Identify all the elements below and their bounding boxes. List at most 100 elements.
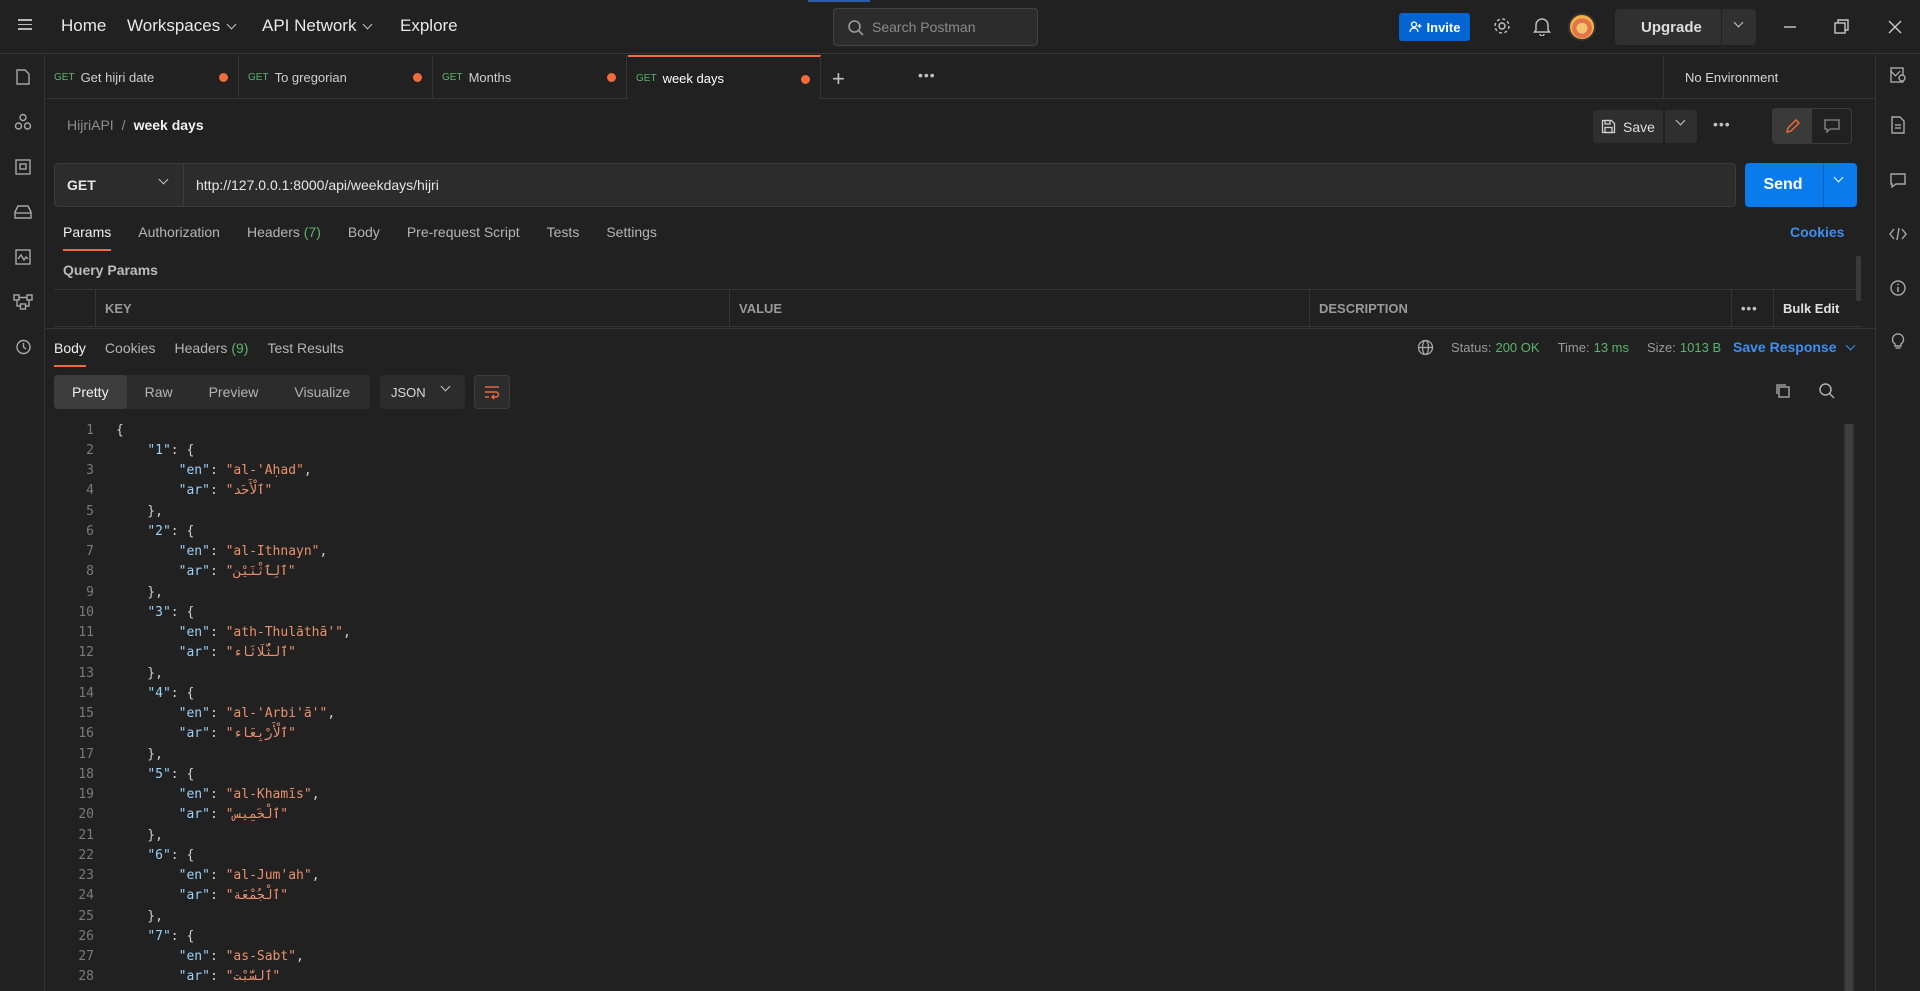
chevron-down-icon [1845,340,1855,350]
code-line: 12 "ar": "ٱلثُّلَاثَاء" [46,643,1846,663]
save-response-button[interactable]: Save Response [1733,339,1855,355]
history-icon[interactable] [12,336,34,358]
user-avatar[interactable] [1568,13,1596,41]
close-window-icon[interactable] [1885,17,1905,37]
more-actions-icon[interactable]: ••• [1713,116,1731,132]
flows-icon[interactable] [12,291,34,313]
cookies-link[interactable]: Cookies [1790,224,1844,240]
nav-workspaces[interactable]: Workspaces [127,16,237,36]
save-label: Save [1623,118,1655,135]
view-preview[interactable]: Preview [191,375,277,409]
mock-servers-icon[interactable] [12,201,34,223]
hamburger-menu-icon[interactable] [14,16,36,38]
chevron-down-icon[interactable] [1833,172,1844,183]
monitors-icon[interactable] [12,246,34,268]
save-options-dropdown[interactable] [1665,110,1697,143]
response-tab-body[interactable]: Body [54,340,86,367]
breadcrumb-collection[interactable]: HijriAPI [67,117,114,133]
collections-icon[interactable] [12,66,34,88]
line-number: 5 [86,503,94,519]
line-number: 27 [78,949,94,964]
nav-api-network[interactable]: API Network [262,16,373,36]
tab-label: To gregorian [274,69,347,85]
tab-tests[interactable]: Tests [547,224,580,240]
new-tab-plus-icon[interactable]: + [832,66,845,92]
edit-pencil-icon[interactable] [1773,109,1812,143]
pane-divider[interactable] [46,328,1875,329]
code-line: 1{ [46,420,1846,440]
url-input[interactable]: http://127.0.0.1:8000/api/weekdays/hijri [184,163,1736,207]
bulk-edit-button[interactable]: Bulk Edit [1773,290,1861,327]
apis-icon[interactable] [12,111,34,133]
code-line: 15 "en": "al-'Arbi'ā'", [46,704,1846,724]
tab-headers[interactable]: Headers (7) [247,224,321,240]
tab-pre-request-script[interactable]: Pre-request Script [407,224,520,240]
tab-authorization[interactable]: Authorization [138,224,220,240]
tab-get-hijri-date[interactable]: GET Get hijri date [46,55,239,99]
tab-week-days[interactable]: GET week days [628,55,821,99]
tab-months[interactable]: GET Months [434,55,627,99]
method-selector[interactable]: GET [54,163,184,207]
status-value[interactable]: 200 OK [1495,340,1539,355]
response-tab-test-results[interactable]: Test Results [267,340,343,356]
chevron-down-icon [158,174,169,185]
view-pretty[interactable]: Pretty [54,375,127,409]
minimize-window-icon[interactable] [1780,17,1800,37]
nav-home-label: Home [61,16,107,35]
response-tab-cookies[interactable]: Cookies [105,340,156,356]
search-input[interactable]: Search Postman [833,8,1038,46]
line-number: 24 [78,888,94,904]
restore-window-icon[interactable] [1831,17,1851,37]
tab-params[interactable]: Params [63,224,112,251]
chevron-down-icon[interactable] [1733,17,1744,28]
comment-mode-icon[interactable] [1812,109,1851,143]
tab-to-gregorian[interactable]: GET To gregorian [240,55,433,99]
code-text: "en": "al-Khamīs", [178,787,320,802]
notifications-bell-icon[interactable] [1531,15,1553,37]
code-snippet-icon[interactable] [1887,223,1909,245]
send-button[interactable]: Send [1745,163,1857,207]
environments-icon[interactable] [12,156,34,178]
upgrade-label: Upgrade [1641,18,1702,36]
code-line: 3 "en": "al-'Aḥad", [46,461,1846,481]
nav-explore[interactable]: Explore [400,16,458,36]
breadcrumb-request[interactable]: week days [134,117,204,133]
view-visualize[interactable]: Visualize [276,375,368,409]
response-tab-headers[interactable]: Headers (9) [175,340,249,356]
environment-selector[interactable]: No Environment [1663,55,1920,99]
query-params-table: KEY VALUE DESCRIPTION ••• Bulk Edit [54,289,1861,327]
more-tabs-icon[interactable]: ••• [918,67,936,83]
wrap-lines-button[interactable] [474,375,510,409]
comments-icon[interactable] [1887,169,1909,191]
code-line: 28 "ar": "ٱلسَّبْت" [46,967,1846,987]
info-icon[interactable] [1887,277,1909,299]
lightbulb-icon[interactable] [1887,330,1909,352]
nav-home[interactable]: Home [61,16,106,36]
size-label: Size: [1647,340,1676,355]
response-body-editor[interactable]: 1{2 "1": {3 "en": "al-'Aḥad", 4 "ar": "ٱل… [46,420,1857,991]
copy-icon[interactable] [1774,382,1792,403]
documentation-icon[interactable] [1887,114,1909,136]
params-more-icon[interactable]: ••• [1731,290,1773,327]
format-selector[interactable]: JSON [380,375,465,409]
left-sidebar [0,55,45,991]
editor-scrollbar-thumb[interactable] [1845,424,1853,991]
column-header-key: KEY [95,290,729,327]
tab-settings[interactable]: Settings [606,224,657,240]
network-globe-icon[interactable] [1417,339,1434,356]
upgrade-button[interactable]: Upgrade [1615,9,1756,45]
code-line: 19 "en": "al-Khamīs", [46,785,1846,805]
search-icon[interactable] [1818,382,1836,403]
tab-body[interactable]: Body [348,224,380,240]
editor-scrollbar[interactable] [1843,424,1855,991]
search-placeholder: Search Postman [872,19,976,35]
save-button[interactable]: Save [1593,110,1663,143]
size-value[interactable]: 1013 B [1680,340,1721,355]
settings-gear-icon[interactable] [1491,15,1513,37]
code-text: "en": "as-Sabt", [178,949,304,964]
code-line: 11 "en": "ath-Thulāthā'", [46,623,1846,643]
view-raw[interactable]: Raw [127,375,191,409]
time-value[interactable]: 13 ms [1594,340,1629,355]
request-pane-scrollbar[interactable] [1856,256,1861,301]
invite-button[interactable]: Invite [1399,13,1470,41]
